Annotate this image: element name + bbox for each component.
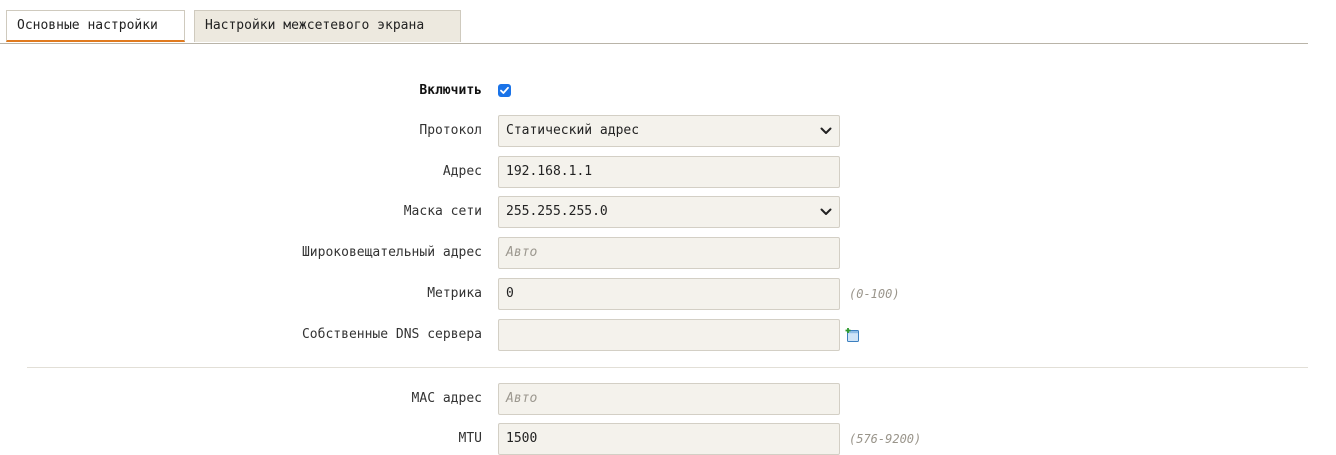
- protocol-row: Протокол Статический адрес: [0, 115, 1336, 147]
- broadcast-label: Широковещательный адрес: [301, 245, 482, 260]
- tab-firewall-settings[interactable]: Настройки межсетевого экрана: [194, 10, 461, 42]
- protocol-value: Статический адрес: [506, 123, 640, 138]
- address-label: Адрес: [442, 164, 482, 179]
- add-document-icon[interactable]: [845, 327, 861, 343]
- mtu-hint: (576-9200): [849, 432, 922, 446]
- tab-bar: Основные настройки Настройки межсетевого…: [0, 0, 1308, 44]
- metric-input[interactable]: 0: [498, 278, 840, 310]
- mtu-row: MTU 1500 (576-9200): [0, 423, 1336, 455]
- metric-label: Метрика: [427, 286, 482, 301]
- dns-label: Собственные DNS сервера: [301, 327, 482, 342]
- broadcast-input[interactable]: Авто: [498, 237, 840, 269]
- dns-input[interactable]: [498, 319, 840, 351]
- netmask-row: Маска сети 255.255.255.0: [0, 196, 1336, 228]
- netmask-select[interactable]: 255.255.255.0: [498, 196, 840, 228]
- tab-general-settings[interactable]: Основные настройки: [6, 10, 185, 42]
- metric-hint: (0-100): [849, 287, 900, 301]
- protocol-label: Протокол: [419, 123, 482, 138]
- chevron-down-icon: [820, 208, 832, 215]
- enable-row: Включить: [0, 75, 1336, 107]
- mac-row: MAC адрес Авто: [0, 383, 1336, 415]
- enable-checkbox[interactable]: [498, 84, 511, 97]
- protocol-select[interactable]: Статический адрес: [498, 115, 840, 147]
- chevron-down-icon: [820, 127, 832, 134]
- mac-label: MAC адрес: [411, 391, 482, 406]
- broadcast-row: Широковещательный адрес Авто: [0, 237, 1336, 269]
- section-divider: [27, 367, 1308, 368]
- address-input[interactable]: 192.168.1.1: [498, 156, 840, 188]
- netmask-value: 255.255.255.0: [506, 204, 608, 219]
- netmask-label: Маска сети: [403, 204, 482, 219]
- mtu-input[interactable]: 1500: [498, 423, 840, 455]
- enable-label: Включить: [419, 83, 482, 98]
- address-row: Адрес 192.168.1.1: [0, 156, 1336, 188]
- mac-input[interactable]: Авто: [498, 383, 840, 415]
- metric-row: Метрика 0 (0-100): [0, 278, 1336, 310]
- dns-row: Собственные DNS сервера: [0, 319, 1336, 351]
- mtu-label: MTU: [458, 431, 482, 446]
- checkmark-icon: [500, 86, 509, 94]
